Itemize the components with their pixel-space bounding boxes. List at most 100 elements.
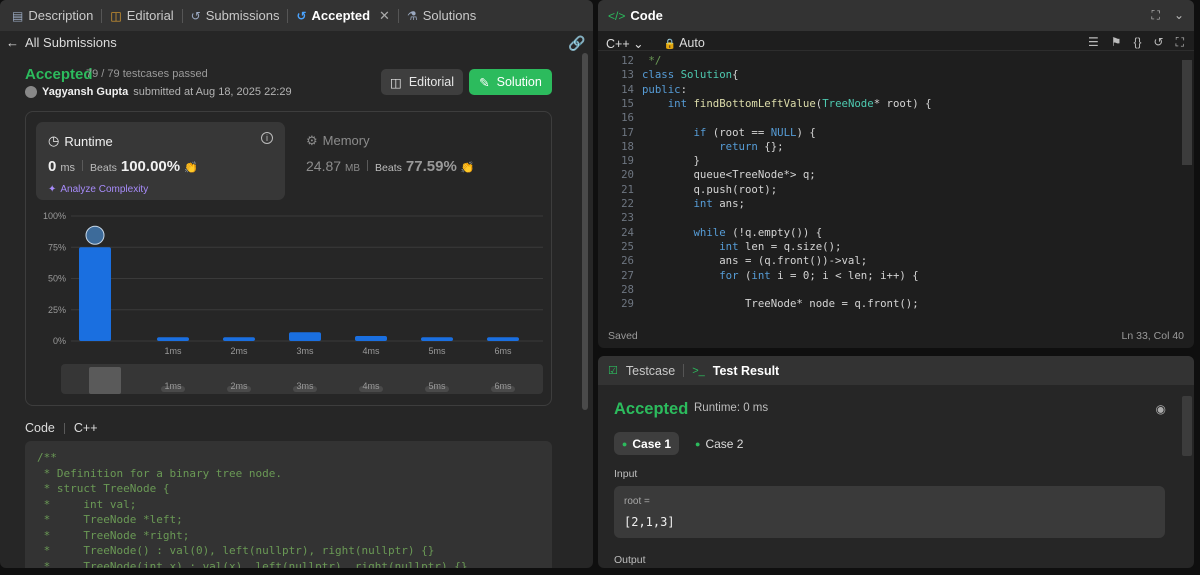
language-select[interactable]: C++ ⌄	[606, 36, 644, 51]
x-tick-label: 4ms	[362, 346, 380, 356]
tab-divider	[101, 8, 103, 23]
reset-icon[interactable]: ↺	[1154, 35, 1164, 50]
divider	[367, 160, 369, 171]
editor-line[interactable]: 12 */	[598, 54, 1188, 68]
eye-icon[interactable]: ◉	[1156, 402, 1166, 416]
memory-title[interactable]: ⚙ Memory	[306, 133, 370, 149]
line-code: */	[642, 54, 662, 67]
line-code: ans = (q.front())->val;	[642, 254, 868, 268]
submission-panel: ▤ Description ◫ Editorial ↺ Submissions ↺ Ac…	[0, 0, 593, 568]
all-submissions-link[interactable]: ← All Submissions	[6, 35, 117, 50]
fullscreen-icon[interactable]: ⛶	[1176, 35, 1184, 50]
y-tick-label: 100%	[43, 211, 66, 221]
editor-line[interactable]: 25 int len = q.size();	[598, 240, 1188, 254]
editor-line[interactable]: 18 return {};	[598, 140, 1188, 154]
overview-tick-label: 6ms	[494, 381, 512, 391]
line-code: int findBottomLeftValue(TreeNode* root) …	[667, 96, 932, 110]
tab-submissions[interactable]: ↺ Submissions	[185, 0, 286, 31]
runtime-card[interactable]: ◷ Runtime i 0 ms Beats 100.00% 👏 ✦ Analy…	[36, 122, 285, 200]
code-line: * struct TreeNode {	[37, 482, 170, 495]
overview-tick-label: 4ms	[362, 381, 380, 391]
chip-icon: ⚙	[306, 133, 318, 148]
line-number: 20	[621, 168, 634, 182]
book-icon: ◫	[110, 8, 122, 23]
tab-editorial[interactable]: ◫ Editorial	[104, 0, 179, 31]
y-tick-label: 25%	[48, 305, 66, 315]
checkbox-icon: ☑	[608, 365, 618, 377]
bar	[487, 337, 519, 341]
avatar[interactable]	[25, 86, 37, 98]
line-code: public:	[642, 82, 688, 96]
stats-card: ◷ Runtime i 0 ms Beats 100.00% 👏 ✦ Analy…	[25, 111, 552, 406]
scrollbar-thumb[interactable]	[1182, 396, 1192, 456]
testcases-passed: 79 / 79 testcases passed	[86, 68, 208, 80]
result-tab-bar: ☑ Testcase >_ Test Result	[598, 356, 1194, 385]
clock-icon: ◷	[48, 133, 60, 148]
code-line: * TreeNode *right;	[37, 528, 190, 542]
line-number: 18	[621, 139, 634, 153]
tab-testcase[interactable]: Testcase	[626, 364, 675, 378]
editor-line[interactable]: 13 class Solution{	[598, 68, 1188, 82]
editor-line[interactable]: 14 public:	[598, 83, 1188, 97]
line-number: 19	[621, 154, 634, 168]
analyze-complexity-link[interactable]: ✦ Analyze Complexity	[48, 184, 148, 195]
scrollbar-thumb[interactable]	[582, 53, 588, 410]
editor-line[interactable]: 17 if (root == NULL) {	[598, 126, 1188, 140]
editor-line[interactable]: 28	[598, 283, 1188, 297]
code-line: /**	[37, 451, 57, 464]
case-2-tab[interactable]: ● Case 2	[695, 432, 743, 455]
editor-settings: C++ ⌄ 🔒 Auto	[606, 36, 705, 51]
line-number: 22	[621, 197, 634, 210]
overview-tick-label: 5ms	[428, 381, 446, 391]
editor-line[interactable]: 15 int findBottomLeftValue(TreeNode* roo…	[598, 97, 1188, 111]
line-code: if (root == NULL) {	[693, 125, 816, 139]
line-number: 26	[621, 254, 634, 268]
tab-divider	[397, 8, 399, 23]
clap-icon: 👏	[184, 162, 198, 174]
editor-line[interactable]: 29 TreeNode* node = q.front();	[598, 297, 1188, 311]
arrow-left-icon: ←	[6, 35, 19, 50]
editor-line[interactable]: 27 for (int i = 0; i < len; i++) {	[598, 269, 1188, 283]
cursor-position: Ln 33, Col 40	[1121, 330, 1184, 342]
autocomplete-toggle[interactable]: 🔒 Auto	[664, 36, 705, 51]
tab-description[interactable]: ▤ Description	[6, 0, 99, 31]
info-icon[interactable]: i	[261, 132, 273, 144]
code-line: * Definition for a binary tree node.	[37, 466, 283, 480]
editor-line[interactable]: 20 queue<TreeNode*> q;	[598, 168, 1188, 182]
solution-button[interactable]: ✎ Solution	[469, 69, 552, 95]
line-number: 24	[621, 225, 634, 239]
overview-selection	[89, 367, 121, 394]
case-1-tab[interactable]: ● Case 1	[614, 432, 679, 455]
editorial-button[interactable]: ◫ Editorial	[381, 69, 463, 95]
tab-divider	[287, 8, 289, 23]
tab-test-result[interactable]: Test Result	[713, 364, 779, 378]
y-tick-label: 50%	[48, 274, 66, 284]
tab-accepted[interactable]: ↺ Accepted ✕	[290, 0, 396, 31]
bookmark-icon[interactable]: ⚑	[1111, 35, 1122, 50]
format-icon[interactable]: ☰	[1088, 35, 1099, 50]
scrollbar-thumb[interactable]	[1182, 60, 1192, 165]
author-name[interactable]: Yagyansh Gupta	[42, 86, 128, 98]
chevron-down-icon[interactable]: ⌄	[1174, 8, 1184, 23]
editor-line[interactable]: 22 int ans;	[598, 197, 1188, 211]
x-tick-label: 3ms	[296, 346, 314, 356]
input-value: [2,1,3]	[624, 515, 675, 529]
editor-line[interactable]: 19 }	[598, 154, 1188, 168]
braces-icon[interactable]: {}	[1134, 35, 1142, 50]
editor-line[interactable]: 24 while (!q.empty()) {	[598, 226, 1188, 240]
memory-value: 24.87 MB Beats 77.59% 👏	[306, 158, 475, 175]
editor-line[interactable]: 16	[598, 111, 1188, 125]
divider	[63, 422, 65, 434]
editor-line[interactable]: 23	[598, 211, 1188, 225]
tab-solutions[interactable]: ⚗ Solutions	[401, 0, 482, 31]
input-box: root = [2,1,3]	[614, 486, 1165, 538]
save-status: Saved	[608, 330, 638, 342]
line-code: while (!q.empty()) {	[693, 225, 823, 239]
scrollbar[interactable]	[581, 43, 589, 568]
maximize-icon[interactable]: ⛶	[1152, 8, 1160, 23]
bar	[421, 337, 453, 341]
close-icon[interactable]: ✕	[379, 8, 390, 24]
editor-line[interactable]: 21 q.push(root);	[598, 183, 1188, 197]
code-editor[interactable]: 12 */13 class Solution{14 public: 15 int fi…	[598, 50, 1194, 316]
editor-line[interactable]: 26 ans = (q.front())->val;	[598, 254, 1188, 268]
